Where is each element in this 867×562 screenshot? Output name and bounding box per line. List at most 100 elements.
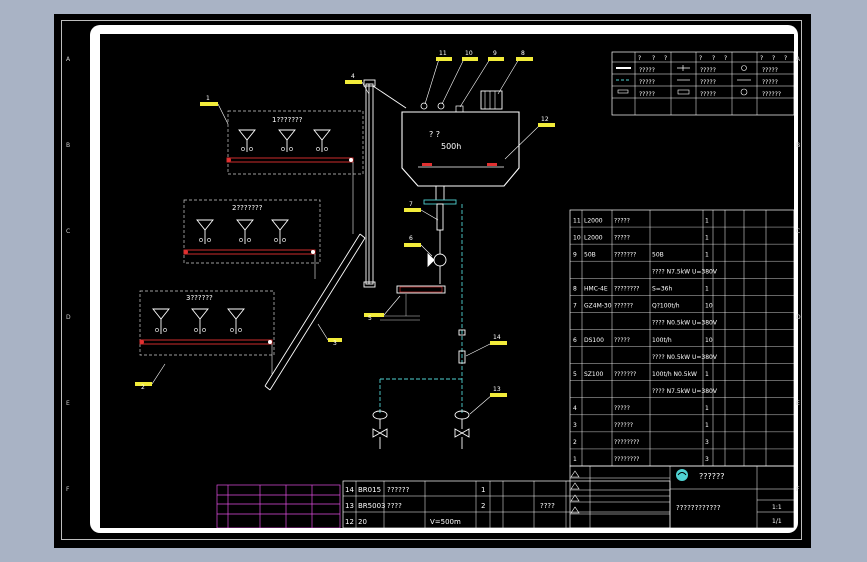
drawing-area: 1??????? 2??????? 3?????? ? ? 500h 1 2 3… — [100, 34, 794, 528]
bom-cell-qty: 3 — [705, 456, 709, 463]
svg-text:??????: ?????? — [762, 91, 781, 98]
svg-text:?: ? — [664, 55, 667, 62]
trough — [380, 285, 446, 321]
bom-cell-spec: ???? N0.5kW U=380V — [652, 354, 718, 361]
bom-cell-qty: 1 — [705, 217, 709, 224]
screen-group-3: 3?????? — [139, 290, 275, 356]
drop-chutes — [271, 162, 354, 374]
zone-letter: D — [66, 314, 71, 321]
svg-text:20: 20 — [358, 518, 367, 526]
svg-text:1: 1 — [206, 95, 210, 102]
bom-cell-qty: 10 — [705, 303, 713, 310]
balloon-13: 13 — [490, 386, 507, 397]
svg-text:?: ? — [784, 55, 787, 62]
bom-cell-no: 3 — [573, 422, 577, 429]
svg-text:?: ? — [760, 55, 763, 62]
sheet-value: 1/1 — [772, 518, 782, 525]
bom-cell-qty: 10 — [705, 337, 713, 344]
bom-cell-spec: Q?100t/h — [652, 303, 680, 310]
zone-letter: F — [796, 486, 800, 493]
bom-cell-name: ??????? — [614, 371, 636, 378]
bom-cell-no: 5 — [573, 371, 577, 378]
bom-cell-no: 9 — [573, 251, 577, 258]
bom-cell-qty: 1 — [705, 234, 709, 241]
bom-cell-name: ????? — [614, 217, 630, 224]
svg-text:????: ???? — [387, 502, 402, 510]
zone-letter: E — [796, 400, 800, 407]
bom-cell-no: 8 — [573, 286, 577, 293]
svg-text:????: ???? — [540, 502, 555, 510]
bom-cell-spec: S=36h — [652, 286, 672, 293]
bom-cell-no: 4 — [573, 405, 577, 412]
balloon-6: 6 — [404, 235, 421, 247]
balloon-10: 10 — [462, 50, 478, 61]
svg-text:14: 14 — [345, 486, 354, 494]
group-2-label: 2??????? — [232, 204, 263, 212]
bom-cell-spec: 50B — [652, 251, 664, 258]
balloon-5: 5 — [364, 313, 384, 322]
svg-text:4: 4 — [351, 73, 355, 80]
zone-letter: A — [66, 56, 71, 63]
bom-cell-name: ?????? — [614, 303, 633, 310]
svg-text:?: ? — [724, 55, 727, 62]
zone-letter: C — [796, 228, 801, 235]
bom-cell-no: 2 — [573, 439, 577, 446]
bom-cell-qty: 1 — [705, 251, 709, 258]
bom-cell-name: ??????? — [614, 251, 636, 258]
bom-cell-no: 6 — [573, 337, 577, 344]
bom-cell-code: HMC-4E — [584, 286, 608, 293]
bom-cell-no: 10 — [573, 234, 581, 241]
zone-letter: A — [796, 56, 801, 63]
balloon-11: 11 — [436, 50, 452, 61]
svg-text:??????: ?????? — [387, 486, 410, 494]
drawing-title: ???????????? — [676, 504, 721, 512]
svg-text:1: 1 — [481, 486, 485, 494]
bom-cell-name: ?????? — [614, 422, 633, 429]
svg-text:?????: ????? — [700, 67, 716, 74]
bom-cell-name: ???????? — [614, 456, 639, 463]
hopper-valves — [155, 147, 328, 332]
balloon-4: 4 — [345, 73, 362, 84]
svg-text:13: 13 — [493, 386, 501, 393]
bom-cell-code: SZ100 — [584, 371, 604, 378]
balloon-12: 12 — [538, 116, 555, 127]
balloon-2: 2 — [135, 382, 152, 391]
svg-text:6: 6 — [409, 235, 413, 242]
bom-cell-spec: ???? N7.5kW U=380V — [652, 388, 718, 395]
balloon-1: 1 — [200, 95, 218, 106]
bom-cell-spec: 100t/h N0.5kW — [652, 371, 697, 378]
bom-cell-no: 7 — [573, 303, 577, 310]
bom-cell-spec: 100t/h — [652, 337, 672, 344]
bom-cell-spec: ???? N0.5kW U=380V — [652, 320, 718, 327]
group-3-label: 3?????? — [186, 294, 213, 302]
svg-text:3: 3 — [333, 340, 337, 347]
bom-cell-qty: 3 — [705, 439, 709, 446]
svg-text:?????: ????? — [700, 79, 716, 86]
svg-text:V=500m: V=500m — [430, 518, 461, 526]
svg-text:?????: ????? — [762, 67, 778, 74]
zone-letter: F — [66, 486, 70, 493]
scale-value: 1:1 — [772, 504, 782, 511]
balloon-9: 9 — [488, 50, 504, 61]
pipe-valves — [372, 329, 470, 449]
svg-text:?: ? — [652, 55, 655, 62]
zone-letter: C — [66, 228, 71, 235]
svg-text:11: 11 — [439, 50, 447, 57]
bom-cell-code: 50B — [584, 251, 596, 258]
zone-letter: B — [66, 142, 71, 149]
bom-cell-name: ????? — [614, 405, 630, 412]
svg-text:?: ? — [699, 55, 702, 62]
bom-cell-code: L2000 — [584, 234, 603, 241]
svg-text:5: 5 — [368, 315, 372, 322]
svg-text:12: 12 — [345, 518, 354, 526]
balloon-3: 3 — [328, 338, 342, 347]
svg-text:?????: ????? — [762, 79, 778, 86]
balloon-14: 14 — [490, 334, 507, 345]
tank-label-2: 500h — [441, 142, 461, 151]
svg-text:?: ? — [638, 55, 641, 62]
svg-text:2: 2 — [141, 384, 145, 391]
bom-cell-no: 11 — [573, 217, 581, 224]
svg-text:BR5003: BR5003 — [358, 502, 385, 510]
screen-group-1: 1??????? — [227, 110, 364, 175]
svg-text:8: 8 — [521, 50, 525, 57]
